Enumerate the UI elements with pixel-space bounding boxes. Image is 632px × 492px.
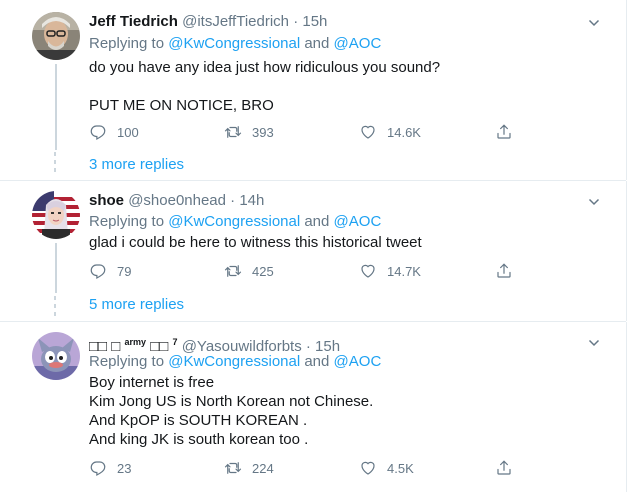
display-name[interactable]: shoe: [89, 192, 124, 209]
handle[interactable]: @itsJeffTiedrich: [182, 13, 289, 30]
reply-button[interactable]: 100: [89, 122, 139, 142]
mention-aoc[interactable]: @AOC: [334, 213, 382, 230]
retweet-count: 393: [252, 124, 274, 140]
retweet-icon: [224, 462, 242, 474]
like-button[interactable]: 4.5K: [359, 458, 414, 478]
reply-icon: [90, 264, 106, 280]
reply-icon: [90, 461, 106, 477]
replying-to: Replying to @KwCongressional and @AOC: [89, 352, 381, 372]
retweet-button[interactable]: 224: [224, 458, 274, 478]
timestamp[interactable]: 15h: [302, 13, 327, 30]
tweet-text: glad i could be here to witness this his…: [89, 234, 422, 251]
display-name-sup1: army: [124, 337, 147, 347]
tweet-header: □□ □ army □□ 7 @Yasouwildforbts · 15h: [89, 332, 340, 355]
display-name-sup2: 7: [172, 337, 178, 347]
mention-aoc[interactable]: @AOC: [334, 35, 382, 52]
replying-to: Replying to @KwCongressional and @AOC: [89, 34, 381, 54]
timestamp[interactable]: 14h: [239, 192, 264, 209]
avatar[interactable]: [32, 332, 80, 380]
reply-button[interactable]: 79: [89, 261, 131, 281]
reply-count: 79: [117, 263, 132, 279]
share-button[interactable]: [495, 261, 523, 281]
retweet-button[interactable]: 425: [224, 261, 274, 281]
chevron-down-icon[interactable]: [588, 16, 600, 28]
replying-prefix: Replying to: [89, 35, 165, 52]
heart-icon: [361, 264, 375, 278]
more-replies-link[interactable]: 3 more replies: [89, 155, 184, 175]
and-text: and: [304, 213, 330, 230]
tweet-header: Jeff Tiedrich @itsJeffTiedrich · 15h: [89, 12, 327, 32]
tweet-text: Boy internet is free Kim Jong US is Nort…: [89, 374, 374, 448]
reply-count: 23: [117, 460, 132, 476]
retweet-count: 224: [252, 460, 274, 476]
mention-kwcongressional[interactable]: @KwCongressional: [168, 35, 300, 52]
replying-prefix: Replying to: [89, 213, 165, 230]
retweet-icon: [224, 265, 242, 277]
share-icon: [497, 124, 511, 139]
reply-count: 100: [117, 124, 139, 140]
share-icon: [497, 263, 511, 278]
share-icon: [497, 460, 511, 475]
reply-button[interactable]: 23: [89, 458, 131, 478]
chevron-down-icon[interactable]: [588, 336, 600, 348]
like-count: 4.5K: [387, 460, 414, 476]
avatar[interactable]: [32, 12, 80, 60]
heart-icon: [361, 125, 375, 139]
thread-dots: [53, 152, 57, 176]
share-button[interactable]: [495, 122, 523, 142]
chevron-down-icon[interactable]: [588, 195, 600, 207]
and-text: and: [304, 35, 330, 52]
replying-prefix: Replying to: [89, 353, 165, 370]
thread-line: [55, 64, 57, 150]
like-count: 14.6K: [387, 124, 421, 140]
retweet-icon: [224, 126, 242, 138]
retweet-count: 425: [252, 263, 274, 279]
tweet-shoe[interactable]: shoe @shoe0nhead · 14h Replying to @KwCo…: [0, 181, 627, 321]
heart-icon: [361, 461, 375, 475]
display-name[interactable]: Jeff Tiedrich: [89, 13, 178, 30]
separator: ·: [293, 13, 299, 30]
avatar[interactable]: [32, 191, 80, 239]
separator: ·: [230, 192, 236, 209]
retweet-button[interactable]: 393: [224, 122, 274, 142]
tweet-yasouwildforbts[interactable]: □□ □ army □□ 7 @Yasouwildforbts · 15h Re…: [0, 322, 627, 492]
tweet-actions: 100 393 14.6K: [89, 122, 529, 142]
tweet-jeff-tiedrich[interactable]: Jeff Tiedrich @itsJeffTiedrich · 15h Rep…: [0, 0, 627, 180]
thread-line: [55, 243, 57, 293]
like-count: 14.7K: [387, 263, 421, 279]
tweet-text: do you have any idea just how ridiculous…: [89, 59, 441, 114]
more-replies-link[interactable]: 5 more replies: [89, 295, 184, 315]
thread-dots: [53, 296, 57, 320]
and-text: and: [304, 353, 330, 370]
tweet-actions: 79 425 14.7K: [89, 261, 529, 281]
mention-aoc[interactable]: @AOC: [334, 353, 382, 370]
tweet-header: shoe @shoe0nhead · 14h: [89, 191, 264, 211]
like-button[interactable]: 14.7K: [359, 261, 421, 281]
tweet-actions: 23 224 4.5K: [89, 458, 529, 478]
reply-icon: [90, 125, 106, 141]
share-button[interactable]: [495, 458, 523, 478]
mention-kwcongressional[interactable]: @KwCongressional: [168, 353, 300, 370]
like-button[interactable]: 14.6K: [359, 122, 421, 142]
replying-to: Replying to @KwCongressional and @AOC: [89, 212, 381, 232]
handle[interactable]: @shoe0nhead: [128, 192, 226, 209]
mention-kwcongressional[interactable]: @KwCongressional: [168, 213, 300, 230]
